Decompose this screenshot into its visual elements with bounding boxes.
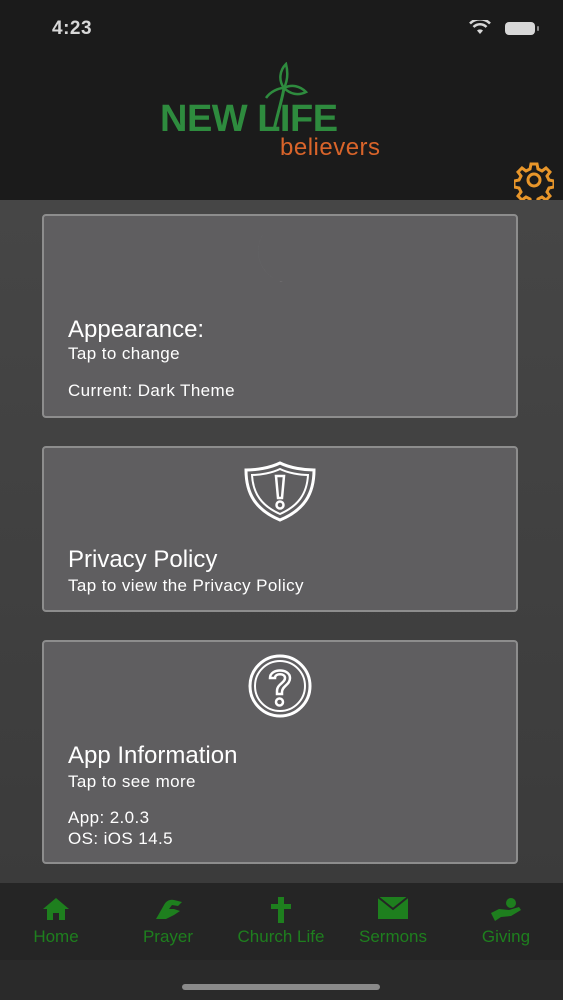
tab-church-life[interactable]: Church Life [225, 883, 337, 960]
tab-bar: Home Prayer Church Life Sermons Giving [0, 883, 563, 960]
giving-hand-icon [491, 898, 521, 921]
privacy-policy-card[interactable]: Privacy Policy Tap to view the Privacy P… [42, 446, 518, 612]
tab-prayer-label: Prayer [142, 927, 194, 946]
home-icon [43, 898, 69, 920]
gear-icon[interactable] [514, 160, 554, 200]
tab-giving[interactable]: Giving [450, 883, 562, 960]
tab-home-label: Home [33, 927, 79, 946]
tab-sermons-label: Sermons [358, 927, 428, 946]
status-time: 4:23 [52, 18, 93, 39]
privacy-policy-title: Privacy Policy [68, 546, 218, 573]
home-indicator[interactable] [182, 984, 380, 990]
appearance-title: Appearance: [68, 316, 205, 343]
logo-sub-text: believers [280, 134, 381, 161]
tab-home[interactable]: Home [0, 883, 112, 960]
appearance-card[interactable]: Appearance: Tap to change Current: Dark … [42, 214, 518, 418]
moon-icon [258, 228, 312, 283]
tab-church-life-label: Church Life [237, 927, 325, 946]
status-icons [469, 20, 539, 36]
bottom-safe-area [0, 960, 563, 1000]
tab-prayer[interactable]: Prayer [112, 883, 224, 960]
new-life-logo: NEW LIFE believers [160, 62, 410, 162]
battery-icon [505, 21, 539, 35]
cross-icon [271, 897, 291, 923]
envelope-icon [378, 897, 408, 919]
tab-sermons[interactable]: Sermons [337, 883, 449, 960]
os-version-label: OS: iOS 14.5 [68, 829, 173, 848]
app-header: 4:23 NEW LIFE believers [0, 0, 563, 200]
praying-hands-icon [156, 899, 182, 919]
app-information-title: App Information [68, 742, 238, 769]
privacy-policy-subtitle: Tap to view the Privacy Policy [68, 576, 304, 595]
app-information-card[interactable]: App Information Tap to see more App: 2.0… [42, 640, 518, 864]
wifi-icon [469, 20, 491, 34]
shield-alert-icon [244, 461, 316, 522]
app-version-label: App: 2.0.3 [68, 808, 150, 827]
tab-giving-label: Giving [481, 927, 531, 946]
settings-content: Appearance: Tap to change Current: Dark … [0, 200, 563, 883]
question-icon [248, 654, 312, 718]
current-theme-label: Current: Dark Theme [68, 381, 235, 400]
app-information-subtitle: Tap to see more [68, 772, 196, 791]
appearance-subtitle: Tap to change [68, 344, 181, 363]
